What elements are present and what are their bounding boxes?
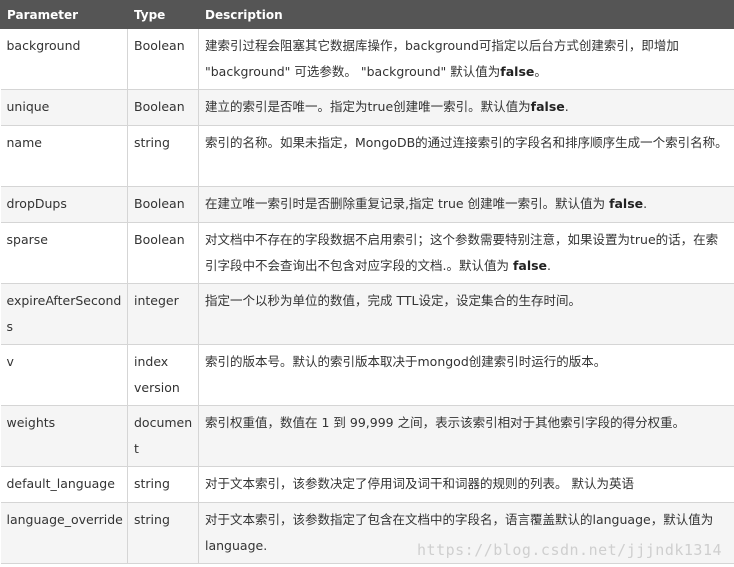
type-cell: integer [127,283,199,345]
table-body: background Boolean 建索引过程会阻塞其它数据库操作，backg… [0,28,734,564]
table-row: weights document 索引权重值，数值在 1 到 99,999 之间… [0,405,734,467]
description-text: 建索引过程会阻塞其它数据库操作，background可指定以后台方式创建索引，即… [205,38,679,79]
table-header: Parameter Type Description [0,0,734,29]
description-tail: . [547,258,552,273]
description-text: 对于文本索引，该参数决定了停用词及词干和词器的规则的列表。 默认为英语 [205,476,634,491]
type-cell: Boolean [127,222,199,284]
type-cell: index version [127,344,199,406]
description-text: 索引权重值，数值在 1 到 99,999 之间，表示该索引相对于其他索引字段的得… [205,415,686,430]
param-cell: sparse [0,222,128,284]
default-value: false [530,99,565,114]
param-cell: background [0,28,128,90]
description-cell: 对文档中不存在的字段数据不启用索引；这个参数需要特别注意，如果设置为true的话… [198,222,734,284]
type-cell: string [127,466,199,503]
table-row: background Boolean 建索引过程会阻塞其它数据库操作，backg… [0,28,734,90]
type-cell: document [127,405,199,467]
table-row: expireAfterSeconds integer 指定一个以秒为单位的数值，… [0,283,734,345]
watermark-text: https://blog.csdn.net/jjjndk1314 [417,541,722,559]
description-cell: 索引权重值，数值在 1 到 99,999 之间，表示该索引相对于其他索引字段的得… [198,405,734,467]
type-cell: string [127,125,199,187]
description-text: 在建立唯一索引时是否删除重复记录,指定 true 创建唯一索引。默认值为 [205,196,610,211]
table-row: sparse Boolean 对文档中不存在的字段数据不启用索引；这个参数需要特… [0,222,734,284]
table-row: dropDups Boolean 在建立唯一索引时是否删除重复记录,指定 tru… [0,186,734,223]
description-text: 建立的索引是否唯一。指定为true创建唯一索引。默认值为 [205,99,531,114]
param-cell: weights [0,405,128,467]
type-cell: Boolean [127,186,199,223]
param-cell: language_override [0,502,128,564]
param-cell: unique [0,89,128,126]
header-row: Parameter Type Description [0,0,734,29]
description-cell: 在建立唯一索引时是否删除重复记录,指定 true 创建唯一索引。默认值为 fal… [198,186,734,223]
type-cell: Boolean [127,89,199,126]
description-cell: 索引的版本号。默认的索引版本取决于mongod创建索引时运行的版本。 [198,344,734,406]
type-cell: string [127,502,199,564]
description-tail: . [643,196,648,211]
param-cell: v [0,344,128,406]
description-cell: 建立的索引是否唯一。指定为true创建唯一索引。默认值为false. [198,89,734,126]
description-cell: 对于文本索引，该参数决定了停用词及词干和词器的规则的列表。 默认为英语 [198,466,734,503]
header-description: Description [198,0,734,29]
parameters-table: Parameter Type Description background Bo… [0,0,734,564]
table-row: default_language string 对于文本索引，该参数决定了停用词… [0,466,734,503]
default-value: false [512,258,548,273]
table-row: name string 索引的名称。如果未指定，MongoDB的通过连接索引的字… [0,125,734,187]
description-text: 索引的名称。如果未指定，MongoDB的通过连接索引的字段名和排序顺序生成一个索… [205,135,728,150]
table-row: unique Boolean 建立的索引是否唯一。指定为true创建唯一索引。默… [0,89,734,126]
param-cell: default_language [0,466,128,503]
description-cell: 建索引过程会阻塞其它数据库操作，background可指定以后台方式创建索引，即… [198,28,734,90]
description-tail: 。 [534,64,547,79]
description-cell: 索引的名称。如果未指定，MongoDB的通过连接索引的字段名和排序顺序生成一个索… [198,125,734,187]
description-text: 对文档中不存在的字段数据不启用索引；这个参数需要特别注意，如果设置为true的话… [205,232,719,273]
description-cell: 指定一个以秒为单位的数值，完成 TTL设定，设定集合的生存时间。 [198,283,734,345]
param-cell: name [0,125,128,187]
description-text: 指定一个以秒为单位的数值，完成 TTL设定，设定集合的生存时间。 [205,293,581,308]
table-row: v index version 索引的版本号。默认的索引版本取决于mongod创… [0,344,734,406]
param-cell: dropDups [0,186,128,223]
param-cell: expireAfterSeconds [0,283,128,345]
default-value: false [500,64,535,79]
description-tail: . [564,99,569,114]
header-type: Type [127,0,199,29]
type-cell: Boolean [127,28,199,90]
default-value: false [609,196,644,211]
description-text: 索引的版本号。默认的索引版本取决于mongod创建索引时运行的版本。 [205,354,607,369]
header-parameter: Parameter [0,0,128,29]
